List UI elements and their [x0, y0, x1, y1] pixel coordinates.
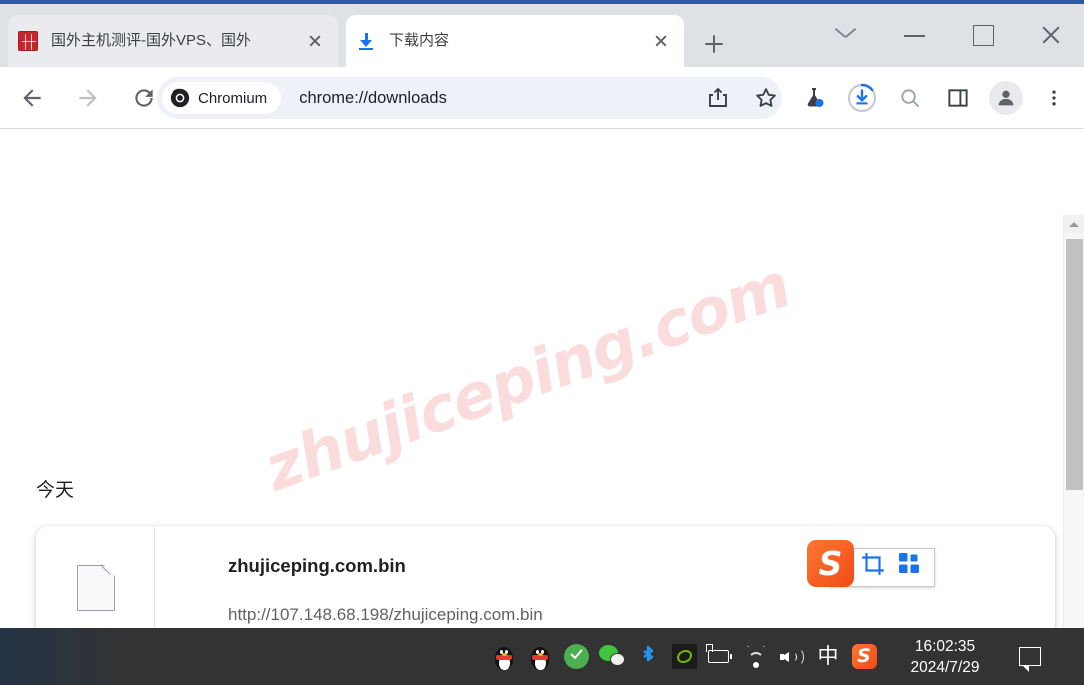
notification-icon[interactable] [1008, 628, 1052, 685]
sogou-icon[interactable]: S [846, 628, 882, 685]
maximize-button[interactable] [948, 4, 1016, 67]
grid-icon[interactable] [897, 551, 930, 584]
generic-file-icon [77, 564, 116, 611]
forward-button[interactable] [64, 74, 112, 122]
experiments-flask-icon[interactable] [790, 77, 838, 119]
ime-label: 中 [817, 644, 839, 668]
download-progress-icon[interactable] [838, 77, 886, 119]
close-icon[interactable] [302, 28, 328, 54]
file-icon-column [36, 526, 155, 628]
system-tray: 中 S [486, 628, 882, 685]
more-menu-icon[interactable] [1030, 77, 1078, 119]
minimize-button[interactable] [880, 4, 948, 67]
sogou-label: S [851, 644, 877, 669]
tab-downloads[interactable]: 下载内容 [346, 15, 684, 67]
window-controls [812, 4, 1084, 67]
clock-date: 2024/7/29 [910, 658, 980, 676]
share-icon[interactable] [694, 77, 742, 119]
back-button[interactable] [8, 74, 56, 122]
scroll-up-arrow-icon[interactable] [1064, 215, 1084, 233]
search-icon[interactable] [886, 77, 934, 119]
crop-icon[interactable] [860, 551, 893, 584]
download-icon [356, 31, 376, 51]
bookmark-star-icon[interactable] [742, 77, 790, 119]
scrollbar-thumb[interactable] [1066, 239, 1083, 490]
section-label-today: 今天 [36, 480, 75, 501]
tab-title: 国外主机测评-国外VPS、国外 [51, 32, 252, 49]
downloads-page-header: 下载内容 [0, 130, 1084, 319]
windows-taskbar: 中 S 16:02:35 2024/7/29 [0, 628, 1084, 685]
taskbar-clock[interactable]: 16:02:35 2024/7/29 [890, 628, 1000, 685]
chromium-logo-icon [170, 88, 190, 108]
chevron-down-icon[interactable] [812, 4, 880, 67]
browser-window: 国外主机测评-国外VPS、国外 下载内容 Chromium chrome://d… [0, 0, 1084, 685]
clock-time: 16:02:35 [914, 637, 976, 655]
volume-icon[interactable] [774, 628, 810, 685]
address-text[interactable]: chrome://downloads [299, 89, 447, 108]
page-scrollbar[interactable] [1063, 215, 1084, 628]
tab-site[interactable]: 国外主机测评-国外VPS、国外 [8, 15, 338, 67]
green-check-icon[interactable] [558, 628, 594, 685]
wechat-icon[interactable] [594, 628, 630, 685]
screenshot-capture-toolbar[interactable]: S [807, 540, 935, 587]
close-window-button[interactable] [1016, 4, 1084, 67]
seal-icon [18, 31, 38, 51]
toolbar-icons [694, 77, 1078, 119]
ime-chinese-icon[interactable]: 中 [810, 628, 846, 685]
chip-label: Chromium [198, 89, 268, 107]
profile-avatar-icon[interactable] [982, 77, 1030, 119]
bluetooth-icon[interactable] [630, 628, 666, 685]
close-icon[interactable] [648, 28, 674, 54]
site-watermark: zhujiceping.com [255, 248, 799, 506]
site-chip[interactable]: Chromium [162, 82, 282, 114]
qq-penguin-icon[interactable] [486, 628, 522, 685]
nvidia-icon[interactable] [666, 628, 702, 685]
file-source-url: http://107.148.68.198/zhujiceping.com.bi… [228, 605, 543, 624]
new-tab-button[interactable] [698, 28, 730, 60]
file-name[interactable]: zhujiceping.com.bin [228, 555, 406, 577]
sogou-logo-icon: S [807, 540, 854, 587]
tab-title: 下载内容 [389, 32, 450, 49]
side-panel-icon[interactable] [934, 77, 982, 119]
battery-charging-icon[interactable] [702, 628, 738, 685]
qq-penguin-icon[interactable] [522, 628, 558, 685]
wifi-icon[interactable] [738, 628, 774, 685]
omnibox[interactable]: Chromium chrome://downloads [157, 77, 782, 119]
